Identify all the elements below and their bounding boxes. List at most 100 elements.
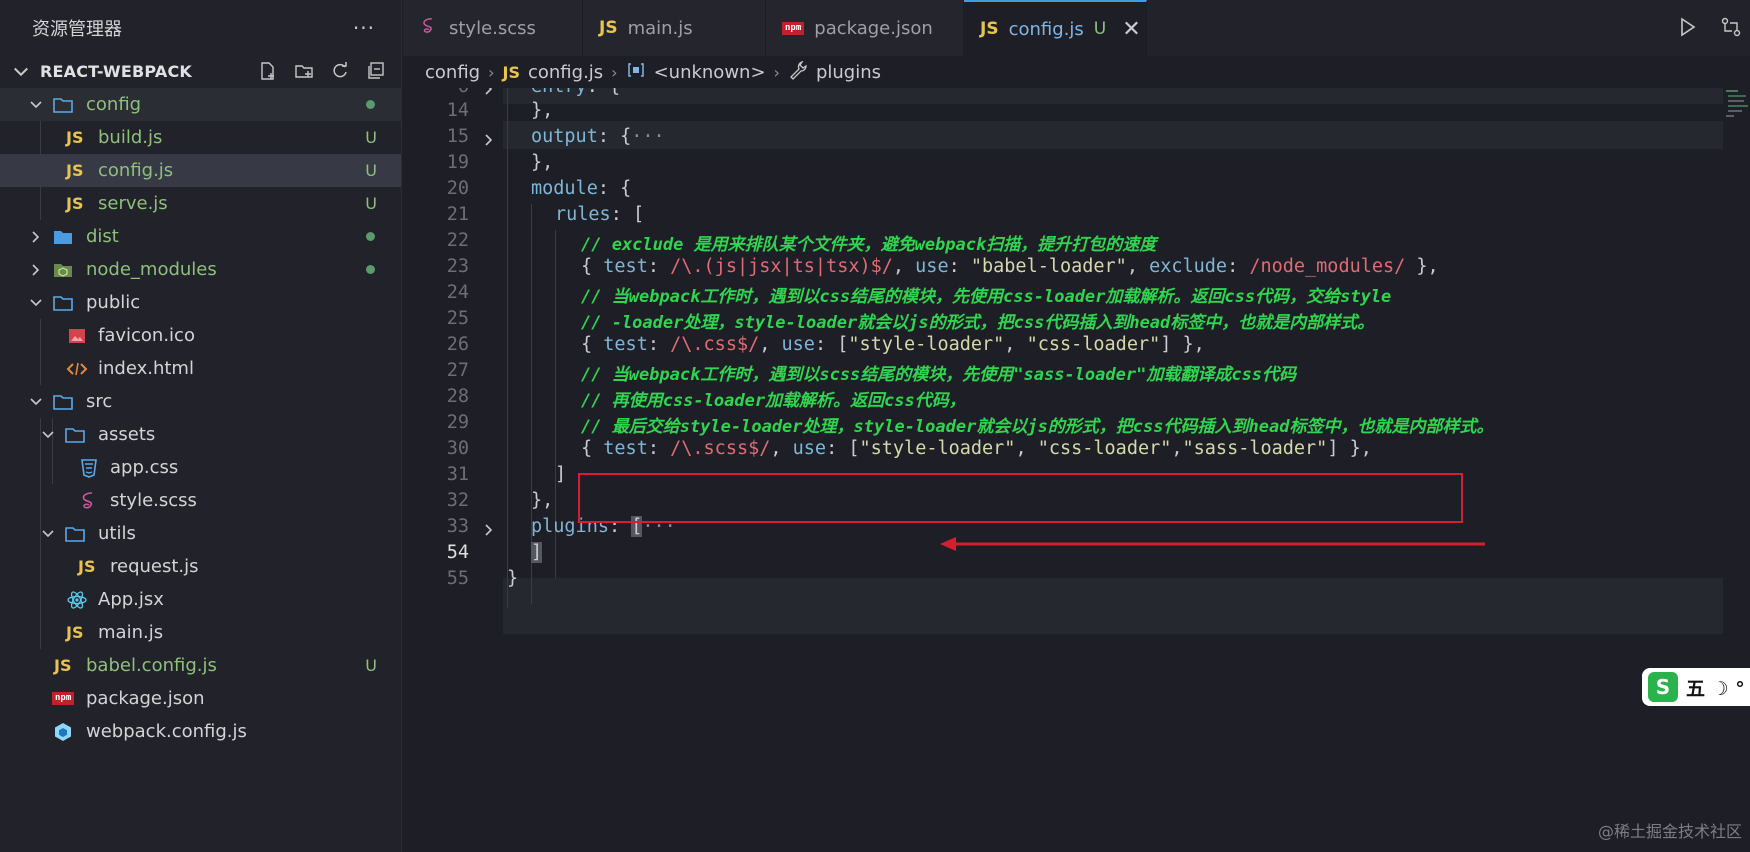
tab-label: package.json (814, 17, 933, 39)
chevron-right-icon: › (611, 62, 618, 82)
tree-file-style-scss[interactable]: style.scss (0, 484, 401, 517)
folder-open-icon (64, 523, 86, 545)
code-line-55: } (507, 568, 519, 589)
tab-style-scss[interactable]: style.scss (403, 0, 583, 56)
tree-folder-dist[interactable]: dist (0, 220, 401, 253)
ime-mode-text: 五 ☽ ° (1686, 677, 1745, 700)
breadcrumb-symbol[interactable]: <unknown> (654, 62, 766, 83)
tree-file-app-jsx[interactable]: App.jsx (0, 583, 401, 616)
project-section-header[interactable]: REACT-WEBPACK (0, 56, 401, 86)
tree-file-app-css[interactable]: app.css (0, 451, 401, 484)
scss-file-icon (78, 490, 100, 512)
code-editor[interactable]: 6 14 15 19 20 21 22 23 24 25 26 27 28 29… (403, 88, 1723, 852)
tree-item-label: webpack.config.js (86, 721, 247, 742)
new-folder-icon[interactable] (293, 60, 315, 82)
breadcrumb-folder[interactable]: config (425, 62, 480, 83)
folded-region-highlight (503, 121, 1723, 149)
explorer-header: 资源管理器 ··· (0, 0, 401, 56)
folder-open-icon (64, 424, 86, 446)
more-actions-icon[interactable]: ··· (353, 16, 375, 40)
explorer-title: 资源管理器 (32, 19, 122, 40)
tree-file-favicon[interactable]: favicon.ico (0, 319, 401, 352)
chevron-down-icon (29, 98, 43, 112)
tree-file-request-js[interactable]: JS request.js (0, 550, 401, 583)
code-line-23: { test: /\.(js|jsx|ts|tsx)$/, use: "babe… (581, 256, 1439, 277)
css-file-icon (78, 457, 100, 479)
tree-file-serve-js[interactable]: JS serve.js U (0, 187, 401, 220)
code-comment: // exclude 是用来排队某个文件夹，避免webpack扫描，提升打包的速… (581, 235, 1157, 255)
folder-icon (52, 226, 74, 248)
folder-open-icon (52, 292, 74, 314)
react-icon (66, 589, 88, 611)
modified-dot (366, 100, 375, 109)
tree-item-label: public (86, 292, 141, 313)
tree-item-label: assets (98, 424, 156, 445)
modified-dot (366, 265, 375, 274)
refresh-icon[interactable] (329, 60, 351, 82)
tree-folder-assets[interactable]: assets (0, 418, 401, 451)
close-icon[interactable]: ✕ (1122, 17, 1140, 42)
folded-region-highlight (503, 578, 1723, 634)
line-number: 27 (446, 360, 469, 381)
scss-icon (419, 15, 439, 42)
fold-expand-icon[interactable] (482, 131, 496, 146)
wrench-icon (788, 60, 808, 85)
untracked-badge: U (1093, 19, 1107, 39)
compare-changes-icon[interactable] (1720, 16, 1742, 42)
tab-label: style.scss (449, 17, 536, 39)
tab-label: main.js (627, 17, 693, 39)
tab-main-js[interactable]: JS main.js (583, 0, 766, 56)
editor-tabs: style.scss JS main.js npm package.json J… (403, 0, 1750, 56)
line-number: 33 (446, 516, 469, 537)
js-file-icon: JS (66, 623, 84, 642)
tree-item-label: config.js (98, 160, 174, 181)
js-file-icon: JS (66, 161, 84, 180)
file-tree: config JS build.js U JS config.js U JS s… (0, 88, 401, 748)
fold-expand-icon[interactable] (482, 88, 496, 95)
code-line-15: output: {··· (531, 126, 665, 147)
line-number: 28 (446, 386, 469, 407)
fold-expand-icon[interactable] (482, 521, 496, 536)
minimap[interactable] (1724, 88, 1750, 144)
new-file-icon[interactable] (257, 60, 279, 82)
tree-file-build-js[interactable]: JS build.js U (0, 121, 401, 154)
tree-file-index-html[interactable]: index.html (0, 352, 401, 385)
tree-file-package-json[interactable]: npm package.json (0, 682, 401, 715)
modified-dot (366, 232, 375, 241)
line-number: 14 (446, 100, 469, 121)
chevron-down-icon (10, 60, 32, 82)
code-line-30: { test: /\.scss$/, use: ["style-loader",… (581, 438, 1372, 459)
chevron-right-icon (29, 263, 43, 277)
line-number: 31 (446, 464, 469, 485)
npm-icon: npm (52, 688, 75, 710)
tree-file-main-js[interactable]: JS main.js (0, 616, 401, 649)
chevron-right-icon (29, 230, 43, 244)
js-file-icon: JS (54, 656, 72, 675)
tree-file-config-js[interactable]: JS config.js U (0, 154, 401, 187)
js-icon: JS (980, 19, 999, 39)
code-line-26: { test: /\.css$/, use: ["style-loader", … (581, 334, 1205, 355)
code-line-6: entry: {··· (531, 88, 654, 97)
code-line-32: }, (531, 490, 554, 511)
ime-status-widget[interactable]: S 五 ☽ ° (1642, 668, 1750, 706)
tab-package-json[interactable]: npm package.json (766, 0, 964, 56)
tab-config-js[interactable]: JS config.js U ✕ (964, 0, 1147, 56)
line-number: 26 (446, 334, 469, 355)
line-number: 20 (446, 178, 469, 199)
breadcrumb-property[interactable]: plugins (816, 62, 881, 83)
breadcrumb-file[interactable]: config.js (528, 62, 603, 83)
tree-item-label: src (86, 391, 113, 412)
code-comment: // -loader处理，style-loader就会以js的形式，把css代码… (581, 313, 1375, 333)
image-file-icon (66, 325, 88, 347)
tree-folder-node-modules[interactable]: node_modules (0, 253, 401, 286)
tree-file-babel-config[interactable]: JS babel.config.js U (0, 649, 401, 682)
tree-folder-config[interactable]: config (0, 88, 401, 121)
tree-folder-utils[interactable]: utils (0, 517, 401, 550)
tree-folder-public[interactable]: public (0, 286, 401, 319)
tree-item-label: node_modules (86, 259, 217, 280)
run-icon[interactable] (1676, 16, 1698, 42)
tree-folder-src[interactable]: src (0, 385, 401, 418)
collapse-all-icon[interactable] (365, 60, 387, 82)
tree-file-webpack-config[interactable]: webpack.config.js (0, 715, 401, 748)
node-folder-icon (52, 259, 74, 281)
